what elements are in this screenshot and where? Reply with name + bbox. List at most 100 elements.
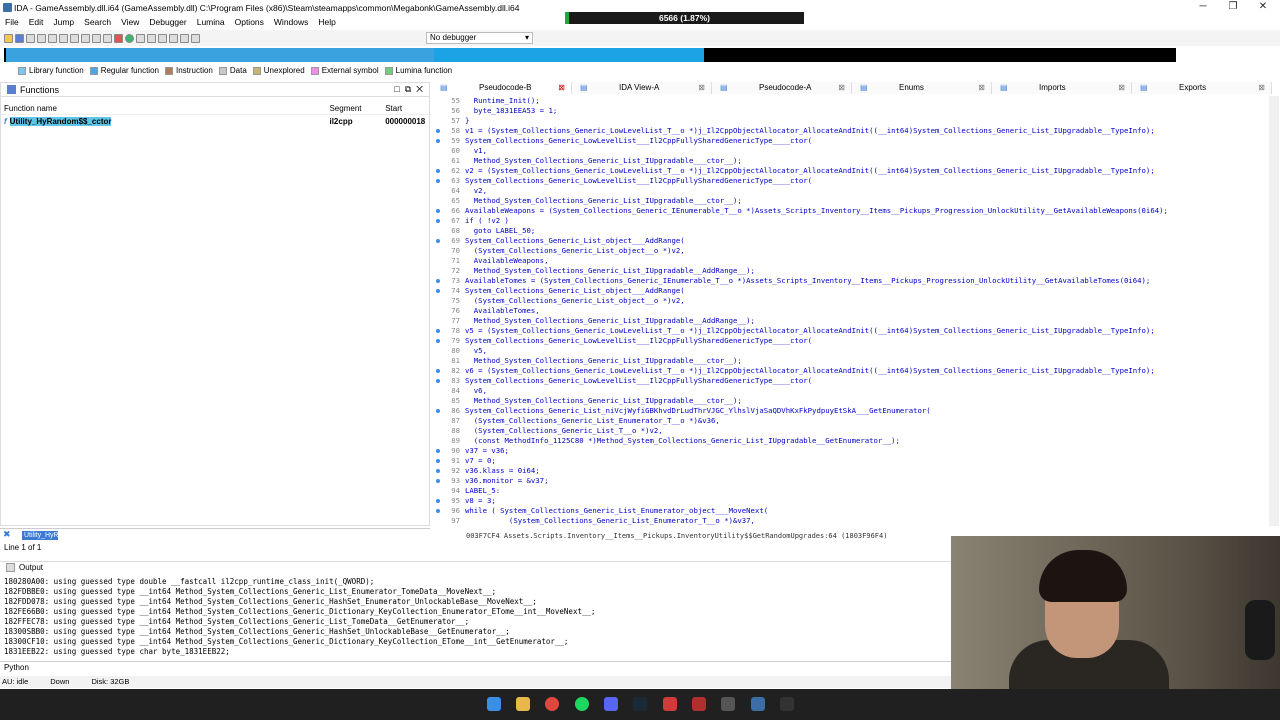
code-line[interactable]: 73 AvailableTomes = (System_Collections_G… bbox=[432, 276, 1268, 286]
menu-jump[interactable]: Jump bbox=[48, 17, 79, 27]
toolbar-tool-icon[interactable] bbox=[136, 33, 145, 43]
code-line[interactable]: 67 if ( !v2 ) bbox=[432, 216, 1268, 226]
code-line[interactable]: 87 (System_Collections_Generic_List_Enum… bbox=[432, 416, 1268, 426]
breakpoint-dot-icon[interactable] bbox=[436, 369, 440, 373]
close-tab-icon[interactable]: ⊠ bbox=[838, 82, 845, 94]
close-tab-icon[interactable]: ⊠ bbox=[558, 82, 565, 94]
app-icon[interactable] bbox=[692, 697, 706, 711]
python-input[interactable]: Python bbox=[0, 661, 951, 673]
forward-arrow-icon[interactable] bbox=[37, 33, 46, 43]
code-line[interactable]: 88 (System_Collections_Generic_List_T__o… bbox=[432, 426, 1268, 436]
app-icon[interactable] bbox=[663, 697, 677, 711]
toolbar-tool-icon[interactable] bbox=[103, 33, 112, 43]
menu-help[interactable]: Help bbox=[313, 17, 340, 27]
close-search-icon[interactable]: ✖ bbox=[3, 529, 11, 540]
column-start[interactable]: Start bbox=[385, 104, 429, 113]
menu-lumina[interactable]: Lumina bbox=[192, 17, 230, 27]
code-line[interactable]: 96 while ( System_Collections_Generic_Lis… bbox=[432, 506, 1268, 516]
open-folder-icon[interactable] bbox=[4, 33, 13, 43]
code-line[interactable]: 59 System_Collections_Generic_LowLevelLis… bbox=[432, 136, 1268, 146]
code-line[interactable]: 82 v6 = (System_Collections_Generic_LowLe… bbox=[432, 366, 1268, 376]
panel-controls[interactable]: □ ⧉ ✕ bbox=[394, 84, 423, 95]
menu-windows[interactable]: Windows bbox=[269, 17, 313, 27]
code-line[interactable]: 90 v37 = v36; bbox=[432, 446, 1268, 456]
menu-search[interactable]: Search bbox=[79, 17, 116, 27]
code-line[interactable]: 89 (const MethodInfo_1125C80 *)Method_Sy… bbox=[432, 436, 1268, 446]
code-line[interactable]: 97 (System_Collections_Generic_List_Enum… bbox=[432, 516, 1268, 526]
toolbar-tool-icon[interactable] bbox=[92, 33, 101, 43]
column-function-name[interactable]: Function name bbox=[1, 104, 329, 113]
code-line[interactable]: 85 Method_System_Collections_Generic_Lis… bbox=[432, 396, 1268, 406]
breakpoint-dot-icon[interactable] bbox=[436, 339, 440, 343]
code-line[interactable]: 62 v2 = (System_Collections_Generic_LowLe… bbox=[432, 166, 1268, 176]
code-scrollbar[interactable] bbox=[1269, 96, 1279, 526]
code-line[interactable]: 71 AvailableWeapons, bbox=[432, 256, 1268, 266]
breakpoint-dot-icon[interactable] bbox=[436, 279, 440, 283]
close-button[interactable]: ✕ bbox=[1248, 1, 1278, 14]
breakpoint-dot-icon[interactable] bbox=[436, 179, 440, 183]
steam-icon[interactable] bbox=[633, 697, 647, 711]
code-line[interactable]: 56 byte_1831EEA53 = 1; bbox=[432, 106, 1268, 116]
toolbar-tool-icon[interactable] bbox=[158, 33, 167, 43]
pseudocode-view[interactable]: 55 Runtime_Init(); 56 byte_1831EEA53 = 1;… bbox=[432, 96, 1268, 526]
breakpoint-dot-icon[interactable] bbox=[436, 509, 440, 513]
menu-options[interactable]: Options bbox=[230, 17, 269, 27]
toolbar-tool-icon[interactable] bbox=[147, 33, 156, 43]
code-line[interactable]: 92 v36.klass = 0i64; bbox=[432, 466, 1268, 476]
toolbar-tool-icon[interactable] bbox=[114, 33, 123, 43]
breakpoint-dot-icon[interactable] bbox=[436, 469, 440, 473]
breakpoint-dot-icon[interactable] bbox=[436, 409, 440, 413]
chrome-icon[interactable] bbox=[545, 697, 559, 711]
code-line[interactable]: 69 System_Collections_Generic_List_object… bbox=[432, 236, 1268, 246]
ida-taskbar-icon[interactable] bbox=[751, 697, 765, 711]
code-line[interactable]: 68 goto LABEL_50; bbox=[432, 226, 1268, 236]
discord-icon[interactable] bbox=[604, 697, 618, 711]
code-line[interactable]: 58 v1 = (System_Collections_Generic_LowLe… bbox=[432, 126, 1268, 136]
code-line[interactable]: 57} bbox=[432, 116, 1268, 126]
toolbar-tool-icon[interactable] bbox=[191, 33, 200, 43]
breakpoint-dot-icon[interactable] bbox=[436, 329, 440, 333]
breakpoint-dot-icon[interactable] bbox=[436, 239, 440, 243]
breakpoint-dot-icon[interactable] bbox=[436, 499, 440, 503]
toolbar-tool-icon[interactable] bbox=[70, 33, 79, 43]
navigation-band[interactable] bbox=[4, 48, 1176, 62]
breakpoint-dot-icon[interactable] bbox=[436, 219, 440, 223]
breakpoint-dot-icon[interactable] bbox=[436, 479, 440, 483]
breakpoint-dot-icon[interactable] bbox=[436, 459, 440, 463]
app-icon[interactable] bbox=[721, 697, 735, 711]
breakpoint-dot-icon[interactable] bbox=[436, 379, 440, 383]
toolbar-tool-icon[interactable] bbox=[81, 33, 90, 43]
code-line[interactable]: 84 v6, bbox=[432, 386, 1268, 396]
tab-pseudocode-a[interactable]: ▤ Pseudocode-A ⊠ bbox=[712, 82, 852, 94]
code-line[interactable]: 70 (System_Collections_Generic_List_obje… bbox=[432, 246, 1268, 256]
code-line[interactable]: 75 (System_Collections_Generic_List_obje… bbox=[432, 296, 1268, 306]
app-icon[interactable] bbox=[780, 697, 794, 711]
code-line[interactable]: 83 System_Collections_Generic_LowLevelLis… bbox=[432, 376, 1268, 386]
code-line[interactable]: 60 v1, bbox=[432, 146, 1268, 156]
menu-debugger[interactable]: Debugger bbox=[144, 17, 191, 27]
close-tab-icon[interactable]: ⊠ bbox=[1118, 82, 1125, 94]
start-icon[interactable] bbox=[487, 697, 501, 711]
file-explorer-icon[interactable] bbox=[516, 697, 530, 711]
code-line[interactable]: 86 System_Collections_Generic_List_niVcjW… bbox=[432, 406, 1268, 416]
breakpoint-dot-icon[interactable] bbox=[436, 139, 440, 143]
toolbar-tool-icon[interactable] bbox=[169, 33, 178, 43]
back-arrow-icon[interactable] bbox=[26, 33, 35, 43]
toolbar-tool-icon[interactable] bbox=[180, 33, 189, 43]
code-line[interactable]: 74 System_Collections_Generic_List_object… bbox=[432, 286, 1268, 296]
function-search-input[interactable]: Utility_HyR bbox=[22, 531, 59, 540]
code-line[interactable]: 79 System_Collections_Generic_LowLevelLis… bbox=[432, 336, 1268, 346]
code-line[interactable]: 77 Method_System_Collections_Generic_Lis… bbox=[432, 316, 1268, 326]
breakpoint-dot-icon[interactable] bbox=[436, 289, 440, 293]
breakpoint-dot-icon[interactable] bbox=[436, 169, 440, 173]
menu-view[interactable]: View bbox=[116, 17, 144, 27]
breakpoint-dot-icon[interactable] bbox=[436, 449, 440, 453]
column-segment[interactable]: Segment bbox=[329, 104, 385, 113]
close-tab-icon[interactable]: ⊠ bbox=[1258, 82, 1265, 94]
code-line[interactable]: 80 v5, bbox=[432, 346, 1268, 356]
run-icon[interactable] bbox=[125, 33, 134, 43]
code-line[interactable]: 55 Runtime_Init(); bbox=[432, 96, 1268, 106]
code-line[interactable]: 66 AvailableWeapons = (System_Collections… bbox=[432, 206, 1268, 216]
code-line[interactable]: 78 v5 = (System_Collections_Generic_LowLe… bbox=[432, 326, 1268, 336]
toolbar-tool-icon[interactable] bbox=[48, 33, 57, 43]
